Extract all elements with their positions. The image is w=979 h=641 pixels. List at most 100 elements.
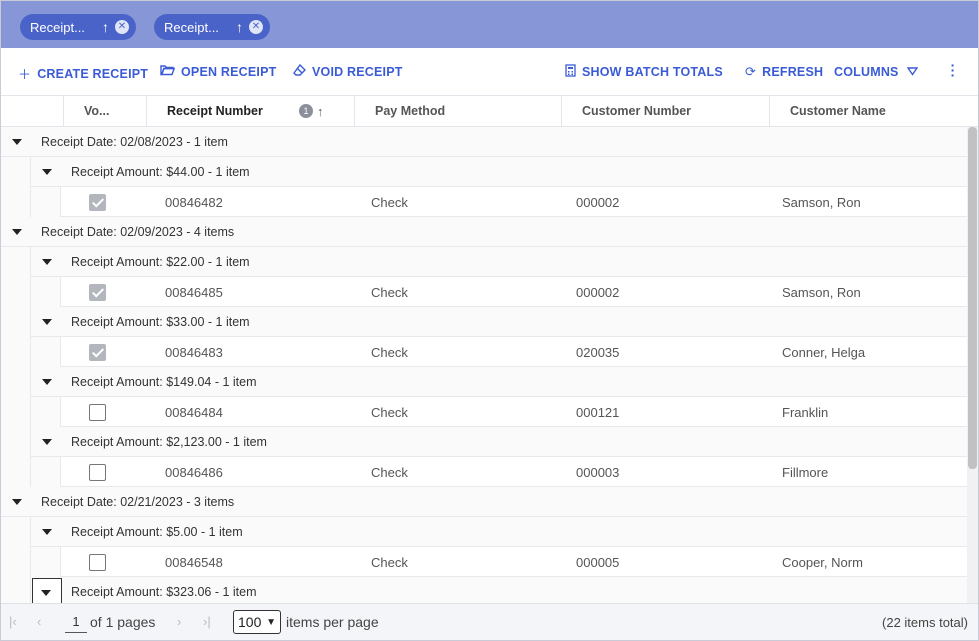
collapse-caret-icon[interactable]	[42, 259, 52, 265]
previous-page-icon[interactable]: ‹	[37, 614, 41, 629]
chevron-down-icon: ▼	[266, 617, 276, 628]
collapse-caret-icon[interactable]	[12, 139, 22, 145]
collapse-caret-icon[interactable]	[42, 169, 52, 175]
customer-name-cell: Samson, Ron	[782, 195, 861, 210]
void-checkbox[interactable]	[89, 554, 106, 571]
group-indent	[1, 397, 31, 427]
collapse-caret-icon[interactable]	[42, 379, 52, 385]
table-row[interactable]: 00846483 Check 020035 Conner, Helga	[1, 337, 967, 367]
header-pay-method[interactable]: Pay Method	[354, 96, 561, 127]
group-row-receipt-date[interactable]: Receipt Date: 02/09/2023 - 4 items	[1, 217, 967, 247]
group-row-receipt-amount[interactable]: Receipt Amount: $44.00 - 1 item	[1, 157, 967, 187]
collapse-caret-icon[interactable]	[42, 439, 52, 445]
refresh-button[interactable]: ⟳ REFRESH	[745, 64, 823, 80]
customer-number-cell: 000002	[576, 195, 620, 210]
collapse-caret-icon[interactable]	[42, 319, 52, 325]
group-row-receipt-amount[interactable]: Receipt Amount: $323.06 - 1 item	[1, 577, 967, 603]
customer-number-cell: 020035	[576, 345, 620, 360]
items-per-page-value: 100	[238, 614, 262, 630]
table-row[interactable]: 00846482 Check 000002 Samson, Ron	[1, 187, 967, 217]
collapse-caret-icon[interactable]	[42, 529, 52, 535]
group-indent	[1, 277, 31, 307]
pay-method-cell: Check	[371, 195, 408, 210]
columns-button[interactable]: COLUMNS	[834, 64, 918, 79]
sort-ascending-icon[interactable]: ↑	[317, 96, 324, 127]
items-per-page-label: items per page	[286, 614, 379, 630]
page-number-input[interactable]: 1	[65, 611, 87, 633]
customer-number-cell: 000002	[576, 285, 620, 300]
scrollbar-thumb[interactable]	[968, 127, 977, 469]
table-row[interactable]: 00846485 Check 000002 Samson, Ron	[1, 277, 967, 307]
sort-ascending-icon[interactable]: ↑	[102, 19, 109, 35]
remove-chip-icon[interactable]: ✕	[249, 20, 263, 34]
group-row-receipt-date[interactable]: Receipt Date: 02/08/2023 - 1 item	[1, 127, 967, 157]
table-row[interactable]: 00846548 Check 000005 Cooper, Norm	[1, 547, 967, 577]
void-checkbox[interactable]	[89, 404, 106, 421]
header-customer-number[interactable]: Customer Number	[561, 96, 769, 127]
items-per-page-select[interactable]: 100 ▼	[233, 610, 281, 634]
customer-name-cell: Cooper, Norm	[782, 555, 863, 570]
group-indent	[1, 157, 31, 187]
group-indent	[31, 547, 61, 577]
first-page-icon[interactable]: |‹	[9, 614, 17, 629]
more-options-icon[interactable]: · · ·	[950, 58, 956, 82]
group-indent	[31, 457, 61, 487]
group-indent	[31, 277, 61, 307]
table-row[interactable]: 00846486 Check 000003 Fillmore	[1, 457, 967, 487]
group-chip-receipt-date[interactable]: Receipt... ↑ ✕	[20, 14, 136, 40]
group-indent	[31, 397, 61, 427]
group-indent	[31, 187, 61, 217]
last-page-icon[interactable]: ›|	[203, 614, 211, 629]
remove-chip-icon[interactable]: ✕	[115, 20, 129, 34]
customer-number-cell: 000005	[576, 555, 620, 570]
group-indent	[1, 547, 31, 577]
sort-ascending-icon[interactable]: ↑	[236, 19, 243, 35]
grid-body: Receipt Date: 02/08/2023 - 1 item Receipt…	[1, 127, 967, 603]
group-row-label: Receipt Date: 02/09/2023 - 4 items	[41, 225, 235, 239]
void-receipt-label: VOID RECEIPT	[312, 64, 403, 79]
create-receipt-label: CREATE RECEIPT	[37, 66, 149, 81]
open-receipt-label: OPEN RECEIPT	[181, 64, 277, 79]
focused-cell[interactable]	[32, 578, 62, 603]
group-row-receipt-amount[interactable]: Receipt Amount: $149.04 - 1 item	[1, 367, 967, 397]
folder-open-icon	[160, 64, 176, 79]
pay-method-cell: Check	[371, 345, 408, 360]
group-row-label: Receipt Amount: $323.06 - 1 item	[71, 585, 257, 599]
group-row-label: Receipt Amount: $44.00 - 1 item	[71, 165, 250, 179]
collapse-caret-icon[interactable]	[12, 499, 22, 505]
group-indent	[1, 187, 31, 217]
grid-header: Vo... Receipt Number 1 ↑ Pay Method Cust…	[1, 96, 978, 127]
void-checkbox[interactable]	[89, 344, 106, 361]
collapse-caret-icon[interactable]	[41, 590, 51, 596]
create-receipt-button[interactable]: ＋ CREATE RECEIPT	[18, 64, 148, 83]
group-row-label: Receipt Amount: $5.00 - 1 item	[71, 525, 243, 539]
sort-order-badge: 1	[299, 104, 313, 118]
group-row-receipt-amount[interactable]: Receipt Amount: $33.00 - 1 item	[1, 307, 967, 337]
group-indent	[1, 457, 31, 487]
customer-name-cell: Fillmore	[782, 465, 829, 480]
header-customer-name[interactable]: Customer Name	[769, 96, 978, 127]
table-row[interactable]: 00846484 Check 000121 Franklin	[1, 397, 967, 427]
void-checkbox[interactable]	[89, 194, 106, 211]
group-row-receipt-date[interactable]: Receipt Date: 02/21/2023 - 3 items	[1, 487, 967, 517]
group-indent	[1, 427, 31, 457]
group-row-receipt-amount[interactable]: Receipt Amount: $2,123.00 - 1 item	[1, 427, 967, 457]
group-chip-receipt-amount[interactable]: Receipt... ↑ ✕	[154, 14, 270, 40]
group-row-receipt-amount[interactable]: Receipt Amount: $22.00 - 1 item	[1, 247, 967, 277]
void-checkbox[interactable]	[89, 284, 106, 301]
pay-method-cell: Check	[371, 555, 408, 570]
next-page-icon[interactable]: ›	[177, 614, 181, 629]
group-row-receipt-amount[interactable]: Receipt Amount: $5.00 - 1 item	[1, 517, 967, 547]
void-checkbox[interactable]	[89, 464, 106, 481]
filter-funnel-icon	[906, 64, 918, 79]
page-count-text: of 1 pages	[90, 614, 156, 630]
collapse-caret-icon[interactable]	[12, 229, 22, 235]
void-receipt-button[interactable]: VOID RECEIPT	[293, 63, 403, 79]
open-receipt-button[interactable]: OPEN RECEIPT	[160, 64, 276, 79]
vertical-scrollbar[interactable]	[967, 127, 978, 603]
header-void[interactable]: Vo...	[63, 96, 146, 127]
header-receipt-number[interactable]: Receipt Number 1 ↑	[146, 96, 354, 127]
receipt-number-cell: 00846548	[165, 555, 223, 570]
show-batch-totals-button[interactable]: SHOW BATCH TOTALS	[565, 64, 723, 80]
receipt-number-cell: 00846485	[165, 285, 223, 300]
